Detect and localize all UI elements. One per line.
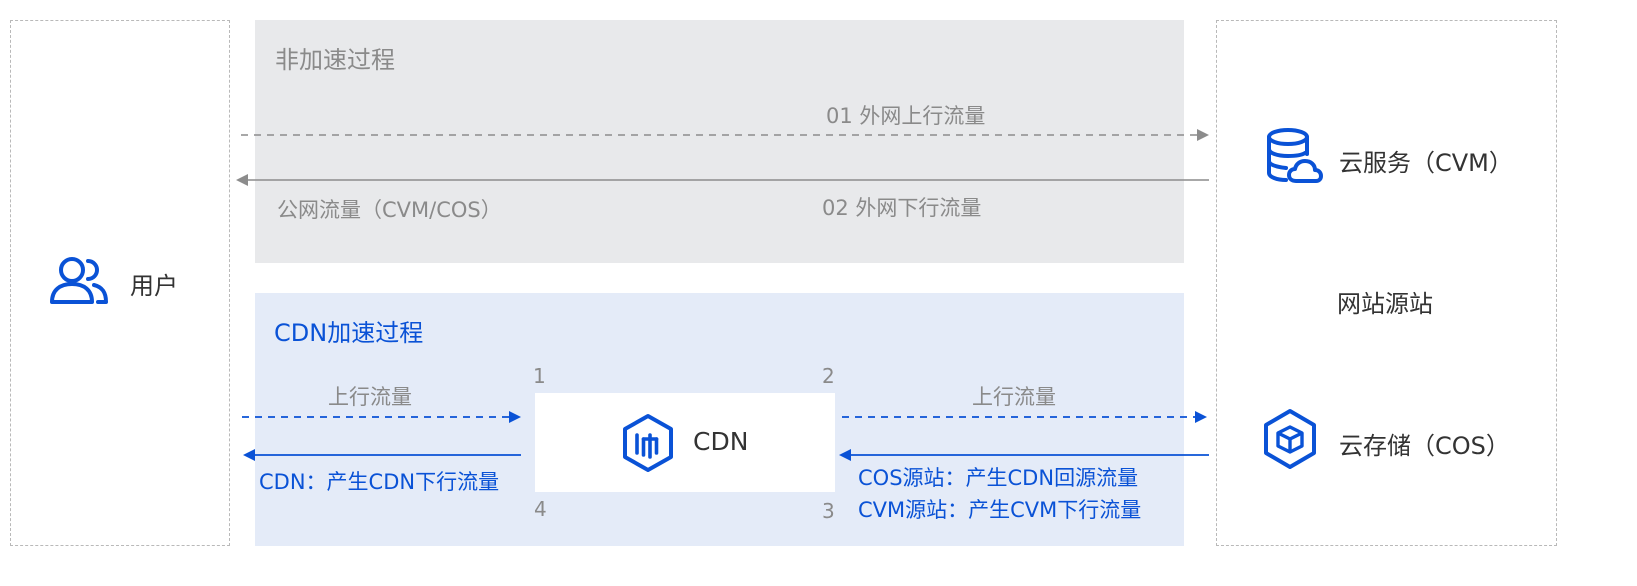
gray-downstream-arrow (236, 174, 1209, 186)
blue-left-upstream-arrow (242, 411, 521, 423)
blue-right-upstream-arrow (842, 411, 1207, 423)
flow-arrows (236, 129, 1209, 461)
blue-right-downstream-arrow (839, 449, 1209, 461)
blue-left-downstream-arrow (243, 449, 521, 461)
gray-upstream-arrow (241, 129, 1209, 141)
